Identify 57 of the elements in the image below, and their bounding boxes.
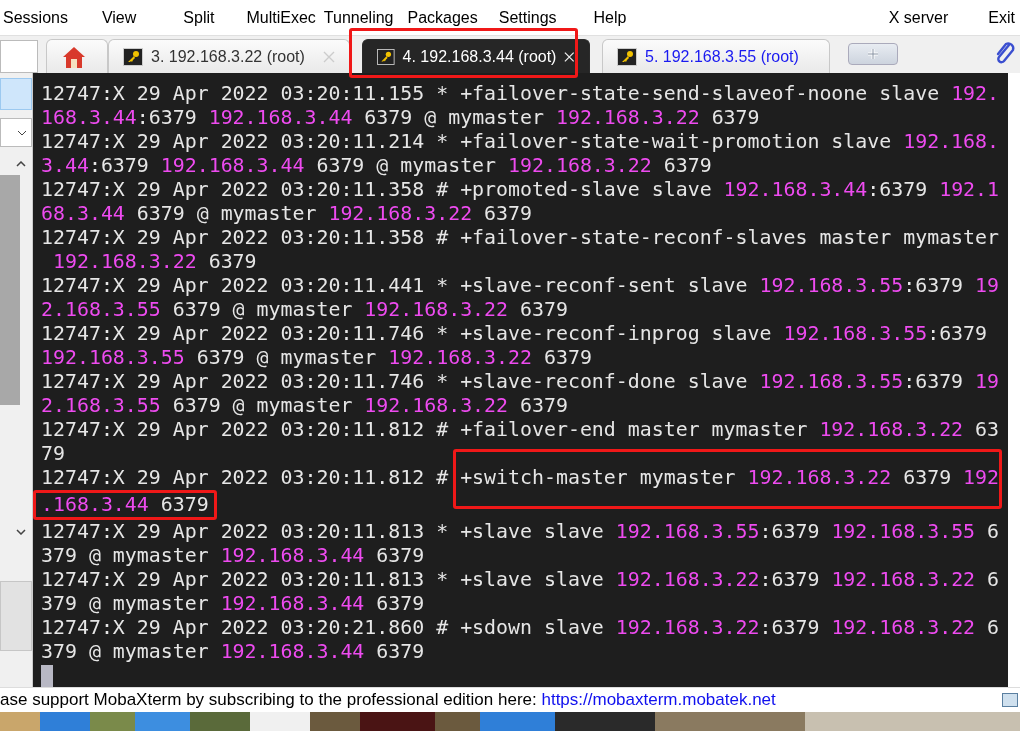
side-panel-header <box>0 40 38 73</box>
terminal-line: 68.3.44 6379 @ mymaster 192.168.3.22 6379 <box>41 202 532 226</box>
chevron-down-icon[interactable] <box>16 529 26 535</box>
terminal-line: 2.168.3.55 6379 @ mymaster 192.168.3.22 6379 <box>41 394 568 418</box>
terminal-line: 3.44:6379 192.168.3.44 6379 @ mymaster 192.168.3.22 6379 <box>41 154 712 178</box>
menu-item[interactable]: Settings <box>498 8 557 27</box>
menu-item[interactable]: Packages <box>407 8 478 27</box>
key-icon <box>123 47 143 66</box>
terminal-line: 12747:X 29 Apr 2022 03:20:11.746 * +slave-reconf-done slave 192.168.3.55:6379 19 <box>41 370 1000 394</box>
terminal-line: 379 @ mymaster 192.168.3.44 6379 <box>41 640 425 664</box>
terminal-screen[interactable] <box>33 73 1008 687</box>
terminal-line: 168.3.44:6379 192.168.3.44 6379 @ mymaster 192.168.3.22 6379 <box>41 106 760 130</box>
terminal-line: 12747:X 29 Apr 2022 03:20:11.813 * +slave slave 192.168.3.55:6379 192.168.3.55 6 <box>41 520 1000 544</box>
scrollbar-thumb[interactable] <box>0 175 20 405</box>
menu-item[interactable]: Help <box>593 8 627 27</box>
terminal-line: 192.168.3.55 6379 @ mymaster 192.168.3.22 6379 <box>41 346 592 370</box>
link[interactable]: https://mobaxterm.mobatek.net <box>541 690 776 710</box>
window-icon <box>1002 693 1018 707</box>
chevron-up-icon[interactable] <box>16 161 26 167</box>
menu-item[interactable]: Sessions <box>3 8 68 27</box>
terminal-line: 12747:X 29 Apr 2022 03:20:11.746 * +slave-reconf-inprog slave 192.168.3.55:6379 <box>41 322 988 346</box>
key-icon <box>377 47 395 66</box>
menu-item[interactable]: Tunneling <box>323 8 394 27</box>
terminal-line: 12747:X 29 Apr 2022 03:20:21.860 # +sdown slave 192.168.3.22:6379 192.168.3.22 6 <box>41 616 1000 640</box>
terminal-line: 12747:X 29 Apr 2022 03:20:11.358 # +promoted-slave slave 192.168.3.44:6379 192.1 <box>41 178 1000 202</box>
dropdown-field[interactable] <box>0 118 32 147</box>
plus-icon <box>867 48 879 60</box>
menu-item[interactable]: X server <box>888 8 949 27</box>
terminal-line: 12747:X 29 Apr 2022 03:20:11.441 * +slave-reconf-sent slave 192.168.3.55:6379 19 <box>41 274 1000 298</box>
home-tab[interactable] <box>46 39 108 73</box>
status-message: ase support MobaXterm by subscribing to the professional edition here: <box>0 690 538 710</box>
menu-item[interactable]: View <box>101 8 137 27</box>
terminal-line: 79 <box>41 442 65 466</box>
menu-item[interactable]: MultiExec <box>246 8 316 27</box>
terminal-line: 2.168.3.55 6379 @ mymaster 192.168.3.22 6379 <box>41 298 568 322</box>
terminal-line: 12747:X 29 Apr 2022 03:20:11.358 # +failover-state-reconf-slaves master mymaster <box>41 226 999 250</box>
paperclip-icon[interactable] <box>994 41 1016 65</box>
session-tab[interactable]: 3. 192.168.3.22 (root) <box>108 39 350 73</box>
key-icon <box>617 47 637 66</box>
side-list-item[interactable] <box>0 78 32 110</box>
session-tab[interactable]: 5. 192.168.3.55 (root) <box>602 39 830 73</box>
house-icon <box>61 44 87 69</box>
terminal-line: 12747:X 29 Apr 2022 03:20:11.214 * +failover-state-wait-promotion slave 192.168. <box>41 130 1000 154</box>
terminal-cursor <box>41 665 53 687</box>
terminal-line: 12747:X 29 Apr 2022 03:20:11.813 * +slave slave 192.168.3.22:6379 192.168.3.22 6 <box>41 568 1000 592</box>
side-button[interactable] <box>0 581 32 651</box>
terminal-line: 12747:X 29 Apr 2022 03:20:11.812 # +failover-end master mymaster 192.168.3.22 63 <box>41 418 1000 442</box>
terminal-line: 379 @ mymaster 192.168.3.44 6379 <box>41 544 425 568</box>
chevron-down-icon <box>17 129 27 136</box>
terminal-line: 12747:X 29 Apr 2022 03:20:11.812 # +switch-master mymaster 192.168.3.22 6379 192 <box>41 466 1000 490</box>
terminal-line: 379 @ mymaster 192.168.3.44 6379 <box>41 592 425 616</box>
new-tab-button[interactable] <box>848 43 898 65</box>
terminal-line: 12747:X 29 Apr 2022 03:20:11.155 * +failover-state-send-slaveof-noone slave 192. <box>41 82 1000 106</box>
menu-item[interactable]: Exit <box>988 8 1015 27</box>
session-tab[interactable]: 4. 192.168.3.44 (root) <box>362 39 590 73</box>
menu-item[interactable]: Split <box>183 8 215 27</box>
terminal-line: 192.168.3.22 6379 <box>51 250 257 274</box>
